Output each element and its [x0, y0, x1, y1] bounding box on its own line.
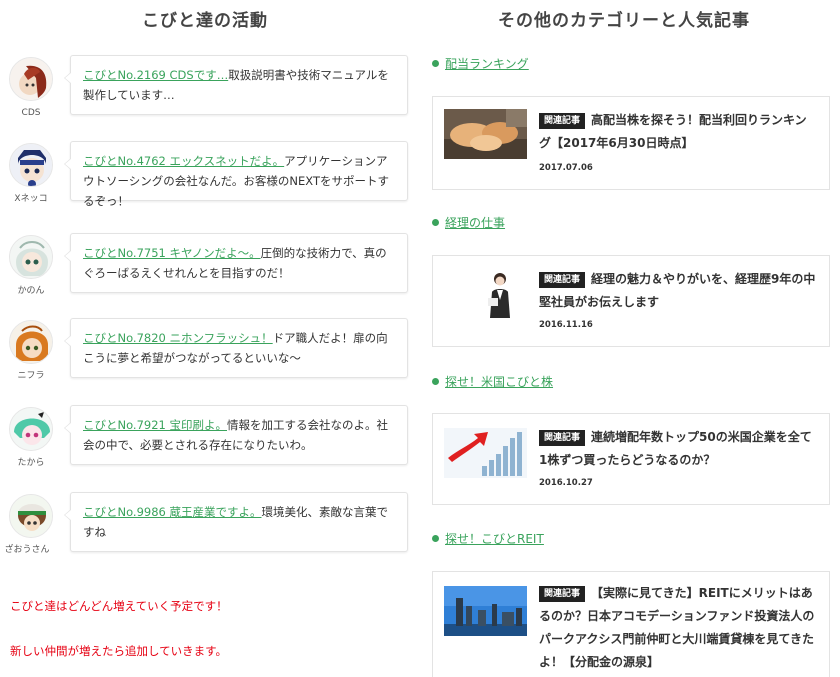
businesswoman-photo-icon — [444, 268, 527, 318]
character-row: CDS こびとNo.2169 CDSです…取扱説明書や技術マニュアルを製作してい… — [0, 55, 420, 145]
category-link-us-kobito-stocks[interactable]: 探せ！米国こびと株 — [432, 373, 553, 390]
bullet-dot-icon — [432, 219, 439, 226]
character-avatar-icon[interactable] — [9, 320, 53, 364]
other-categories-section: その他のカテゴリーと人気記事 配当ランキング 関連記事 高配当株を探そう！配当利回… — [420, 0, 840, 677]
bar-chart-arrow-image-icon — [444, 428, 527, 478]
related-badge: 関連記事 — [539, 430, 586, 446]
note-growing: こびと達はどんどん増えていく予定です！ — [10, 599, 228, 613]
character-link[interactable]: こびとNo.9986 蔵王産業ですよ。 — [83, 505, 262, 519]
bullet-dot-icon — [432, 535, 439, 542]
article-date: 2016.11.16 — [539, 320, 593, 330]
character-name: ニフラ — [17, 371, 45, 381]
city-skyline-photo-icon — [444, 586, 527, 636]
character-link[interactable]: こびとNo.2169 CDSです… — [83, 68, 228, 82]
character-row: Xネッコ こびとNo.4762 エックスネットだよ。アプリケーションアウトソーシ… — [0, 141, 420, 231]
character-avatar-icon[interactable] — [9, 407, 53, 451]
article-title[interactable]: 関連記事 連続増配年数トップ50の米国企業を全て1株ずつ買ったらどうなるのか？ — [539, 426, 817, 472]
character-name: ざおうさん — [4, 545, 50, 555]
character-link[interactable]: こびとNo.7921 宝印刷よ。 — [83, 418, 227, 432]
speech-bubble: こびとNo.7820 ニホンフラッシュ！ドア職人だよ！扉の向こうに夢と希望がつな… — [64, 318, 408, 378]
article-date: 2017.07.06 — [539, 163, 593, 173]
related-article-card[interactable]: 関連記事 高配当株を探そう！配当利回りランキング【2017年6月30日時点】 20… — [432, 96, 830, 190]
speech-bubble: こびとNo.4762 エックスネットだよ。アプリケーションアウトソーシングの会社… — [64, 141, 408, 208]
related-article-card[interactable]: 関連記事 連続増配年数トップ50の米国企業を全て1株ずつ買ったらどうなるのか？ 2… — [432, 413, 830, 505]
character-avatar-icon[interactable] — [9, 494, 53, 538]
character-row: たから こびとNo.7921 宝印刷よ。情報を加工する会社なのよ。社会の中で、必… — [0, 405, 420, 495]
section-title-activity: こびと達の活動 — [142, 11, 268, 31]
article-title[interactable]: 関連記事 高配当株を探そう！配当利回りランキング【2017年6月30日時点】 — [539, 109, 817, 155]
character-row: ざおうさん こびとNo.9986 蔵王産業ですよ。環境美化、素敵な言葉ですね — [0, 492, 420, 582]
character-avatar-icon[interactable] — [9, 143, 53, 187]
character-avatar-icon[interactable] — [9, 235, 53, 279]
speech-bubble: こびとNo.7921 宝印刷よ。情報を加工する会社なのよ。社会の中で、必要とされ… — [64, 405, 408, 465]
related-badge: 関連記事 — [539, 586, 586, 602]
character-link[interactable]: こびとNo.4762 エックスネットだよ。 — [83, 154, 284, 168]
character-name: Xネッコ — [14, 194, 48, 204]
character-row: ニフラ こびとNo.7820 ニホンフラッシュ！ドア職人だよ！扉の向こうに夢と希… — [0, 318, 420, 408]
category-link-kobito-reit[interactable]: 探せ！こびとREIT — [432, 530, 544, 547]
character-avatar-icon[interactable] — [9, 57, 53, 101]
speech-bubble: こびとNo.2169 CDSです…取扱説明書や技術マニュアルを製作しています… — [64, 55, 408, 115]
character-name: CDS — [21, 108, 41, 118]
related-article-card[interactable]: 関連記事 経理の魅力＆やりがいを、経理歴9年の中堅社員がお伝えします 2016.1… — [432, 255, 830, 347]
article-date: 2016.10.27 — [539, 478, 593, 488]
related-badge: 関連記事 — [539, 272, 586, 288]
cats-photo-icon — [444, 109, 527, 159]
related-article-card[interactable]: 関連記事 【実際に見てきた】REITにメリットはあるのか？日本アコモデーションファ… — [432, 571, 830, 677]
character-row: かのん こびとNo.7751 キヤノンだよ〜。圧倒的な技術力で、真のぐろーばるえ… — [0, 233, 420, 323]
character-name: たから — [17, 458, 45, 468]
note-adding: 新しい仲間が増えたら追加していきます。 — [10, 644, 228, 658]
bullet-dot-icon — [432, 378, 439, 385]
speech-bubble: こびとNo.7751 キヤノンだよ〜。圧倒的な技術力で、真のぐろーばるえくせれん… — [64, 233, 408, 293]
article-title[interactable]: 関連記事 経理の魅力＆やりがいを、経理歴9年の中堅社員がお伝えします — [539, 268, 817, 314]
kobito-activity-section: こびと達の活動 CDS こびとNo.2169 CDSです…取扱説明書や技術マニュ… — [0, 0, 420, 677]
character-link[interactable]: こびとNo.7751 キヤノンだよ〜。 — [83, 246, 261, 260]
related-badge: 関連記事 — [539, 113, 586, 129]
category-link-dividend-ranking[interactable]: 配当ランキング — [432, 55, 529, 72]
section-title-categories: その他のカテゴリーと人気記事 — [498, 11, 750, 31]
bullet-dot-icon — [432, 60, 439, 67]
speech-bubble: こびとNo.9986 蔵王産業ですよ。環境美化、素敵な言葉ですね — [64, 492, 408, 552]
character-name: かのん — [17, 286, 45, 296]
category-link-accounting-work[interactable]: 経理の仕事 — [432, 214, 505, 231]
article-title[interactable]: 関連記事 【実際に見てきた】REITにメリットはあるのか？日本アコモデーションファ… — [539, 582, 817, 674]
character-link[interactable]: こびとNo.7820 ニホンフラッシュ！ — [83, 331, 273, 345]
